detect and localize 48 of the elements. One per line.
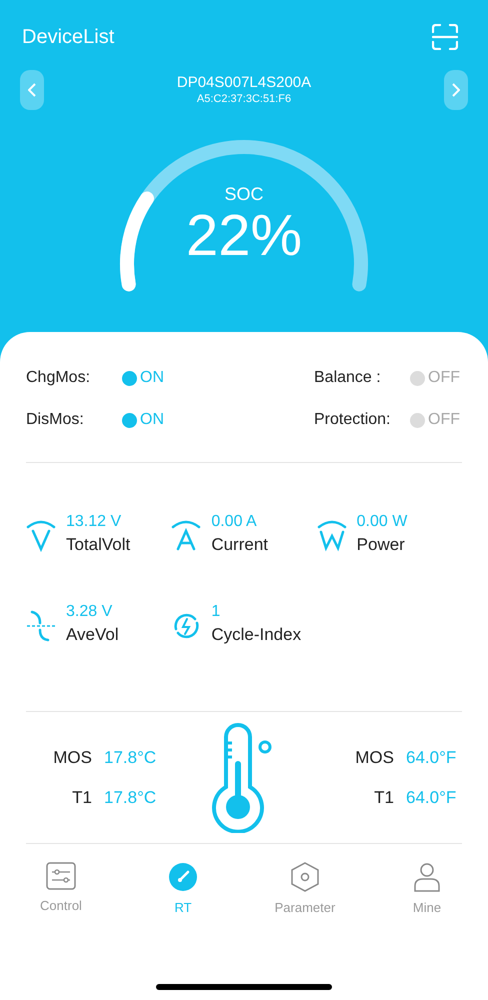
switch-state: ON [140,368,165,388]
hexagon-icon [291,862,319,892]
metric-label: AveVol [66,624,119,646]
current-icon [171,519,202,553]
temperature-value: 64.0°F [406,786,458,808]
metric-value: 0.00 W [356,512,408,532]
metric-value: 3.28 V [66,602,114,622]
device-mac: A5:C2:37:3C:51:F6 [196,92,292,106]
header-title[interactable]: DeviceList [22,22,114,52]
device-name: DP04S007L4S200A [176,74,312,92]
metric-label: Current [211,534,268,556]
switch-state: OFF [428,368,461,388]
scan-icon[interactable] [432,24,458,50]
person-icon [413,862,441,892]
metric-label: Cycle-Index [211,624,302,646]
average-voltage-icon [26,609,56,643]
switch-label: DisMos: [26,410,85,430]
soc-value: 22% [186,204,302,268]
chevron-left-icon [28,83,36,97]
sensor-label: MOS [355,747,394,769]
switch-label: Protection: [314,410,392,430]
temperature-value: 17.8°C [104,747,156,769]
switch-state: ON [140,410,165,430]
power-icon [316,519,347,553]
tab-bar-item[interactable]: Mine [366,862,488,918]
metric-value: 13.12 V [66,512,122,532]
chevron-right-icon [452,83,460,97]
temperature-value: 64.0°F [406,747,458,769]
switch-label: Balance : [314,368,382,388]
gauge-icon [168,862,198,892]
soc-label: SOC [224,184,264,204]
tab-bar-item[interactable]: RT [122,862,244,918]
metric-label: TotalVolt [66,534,130,556]
tab-bar-item[interactable]: Control [0,862,122,918]
previous-device-button[interactable] [20,70,44,110]
switch-state: OFF [428,410,461,430]
sensor-label: T1 [72,786,92,808]
switch-label: ChgMos: [26,368,92,388]
sensor-label: T1 [374,786,394,808]
next-device-button[interactable] [444,70,468,110]
metric-value: 0.00 A [211,512,258,532]
temperature-value: 17.8°C [104,786,156,808]
sensor-label: MOS [53,747,92,769]
voltage-icon [26,519,56,553]
sliders-icon [46,862,76,890]
metric-label: Power [356,534,406,556]
tab-bar-item[interactable]: Parameter [244,862,366,918]
metric-value: 1 [211,602,222,622]
